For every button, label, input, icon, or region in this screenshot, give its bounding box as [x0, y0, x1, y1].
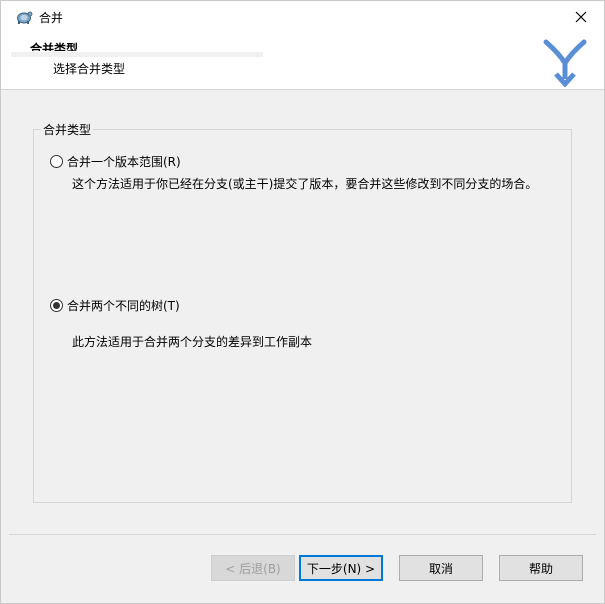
merge-logo-icon: [542, 37, 588, 88]
header-title: 合并类型: [30, 42, 79, 51]
wizard-header: 合并类型 选择合并类型: [1, 32, 604, 90]
radio-merge-range-label: 合并一个版本范围(R): [67, 155, 181, 169]
next-button[interactable]: 下一步(N) >: [299, 555, 383, 581]
close-button[interactable]: [558, 1, 604, 32]
help-button[interactable]: 帮助: [499, 555, 583, 581]
radio-merge-two-trees[interactable]: 合并两个不同的树(T): [50, 297, 180, 314]
app-turtle-icon: [15, 8, 33, 26]
radio-merge-two-trees-circle[interactable]: [50, 299, 63, 312]
back-button[interactable]: < 后退(B): [211, 555, 295, 581]
window-title: 合并: [39, 11, 64, 25]
cancel-button[interactable]: 取消: [399, 555, 483, 581]
header-overlay: [11, 52, 263, 57]
footer-divider: [9, 534, 596, 535]
header-subtitle: 选择合并类型: [53, 62, 126, 76]
group-legend: 合并类型: [41, 121, 94, 138]
title-bar: 合并: [1, 1, 604, 32]
radio-merge-range-circle[interactable]: [50, 155, 63, 168]
merge-wizard-window: 合并 合并类型 选择合并类型 合并类型 合并一个版本范围(R) 这个方法适用于你…: [0, 0, 605, 604]
merge-range-description: 这个方法适用于你已经在分支(或主干)提交了版本，要合并这些修改到不同分支的场合。: [72, 177, 538, 191]
merge-two-trees-description: 此方法适用于合并两个分支的差异到工作副本: [72, 335, 313, 349]
close-icon: [575, 11, 587, 22]
radio-merge-range[interactable]: 合并一个版本范围(R): [50, 153, 181, 170]
radio-merge-two-trees-label: 合并两个不同的树(T): [67, 299, 180, 313]
